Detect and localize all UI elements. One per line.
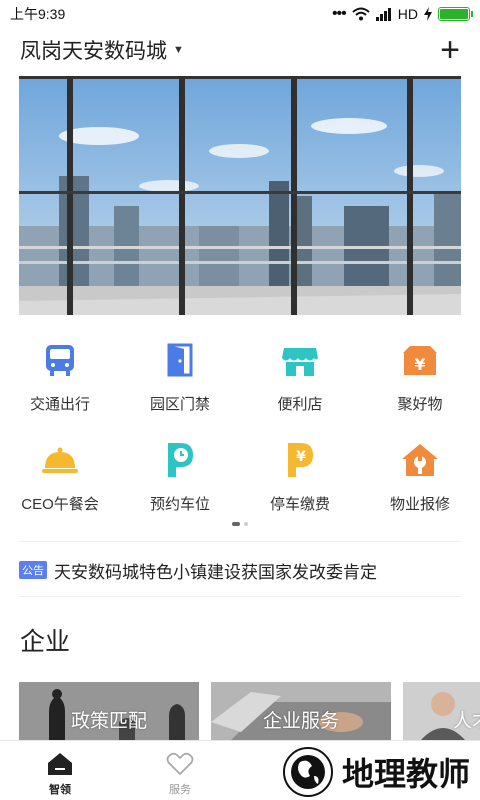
parking-yen-icon: ¥ [288, 443, 313, 477]
signal-icon [375, 7, 391, 21]
tab-home[interactable]: 智领 [0, 741, 120, 800]
card-label: 人才 [452, 711, 480, 732]
announcement-text: 天安数码城特色小镇建设获国家发改委肯定 [54, 562, 377, 582]
service-ceo-lunch[interactable]: CEO午餐会 [0, 430, 120, 530]
tab-services[interactable]: 服务 [120, 741, 240, 800]
announcement-bar[interactable]: 公告 天安数码城特色小镇建设获国家发改委肯定 [19, 556, 461, 584]
announcement-tag: 公告 [19, 561, 47, 579]
store-icon [282, 348, 318, 376]
caret-down-icon[interactable]: ▼ [173, 44, 184, 56]
header: 凤岗天安数码城 ▼ + [0, 28, 480, 72]
service-label: 园区门禁 [149, 396, 210, 413]
service-label: CEO午餐会 [21, 496, 99, 513]
service-gate[interactable]: 园区门禁 [120, 330, 240, 430]
service-label: 物业报修 [389, 496, 450, 513]
service-label: 聚好物 [397, 396, 443, 413]
plus-icon[interactable]: + [440, 33, 460, 67]
wifi-icon [352, 7, 370, 21]
service-reserve-parking[interactable]: 预约车位 [120, 430, 240, 530]
charging-icon [424, 7, 432, 21]
banner-carousel[interactable] [19, 76, 461, 315]
tab-label: 服务 [169, 784, 191, 796]
food-cloche-icon [42, 447, 78, 473]
status-icons: ••• HD [331, 5, 473, 23]
card-label: 政策匹配 [70, 711, 147, 732]
service-parking-fee[interactable]: ¥ 停车缴费 [240, 430, 360, 530]
banner-image [19, 76, 461, 315]
watermark: 地理教师 [282, 744, 480, 800]
enterprise-cards[interactable]: 政策匹配 企业服务 人才 [19, 682, 480, 740]
service-goods[interactable]: ¥ 聚好物 [360, 330, 480, 430]
page-dot-active [232, 522, 240, 526]
divider [19, 596, 461, 597]
card-label: 企业服务 [262, 711, 339, 732]
globe-logo-icon [283, 747, 333, 797]
page-indicator [232, 522, 248, 526]
card-policy-match[interactable]: 政策匹配 [19, 682, 199, 740]
battery-level [440, 9, 468, 19]
yen-box-icon: ¥ [403, 346, 437, 375]
network-type: HD [397, 6, 418, 22]
battery-icon [438, 7, 473, 21]
page-dot [244, 522, 248, 526]
door-icon [167, 343, 193, 377]
home-icon [48, 753, 72, 775]
house-wrench-icon [402, 444, 438, 476]
bus-icon [46, 345, 74, 376]
service-label: 便利店 [277, 396, 323, 413]
parking-clock-icon [168, 443, 193, 477]
divider [19, 541, 461, 542]
heart-icon [166, 752, 194, 776]
service-label: 停车缴费 [269, 496, 330, 513]
svg-text:¥: ¥ [414, 355, 425, 374]
section-title: 企业 [20, 628, 71, 656]
service-repair[interactable]: 物业报修 [360, 430, 480, 530]
status-bar: 上午9:39 ••• HD [0, 0, 480, 28]
tab-label: 智领 [49, 784, 71, 796]
status-time: 上午9:39 [10, 6, 66, 22]
service-transport[interactable]: 交通出行 [0, 330, 120, 430]
more-dots-icon: ••• [331, 5, 347, 22]
svg-text:¥: ¥ [296, 449, 306, 465]
service-label: 交通出行 [29, 396, 90, 413]
service-label: 预约车位 [149, 496, 210, 513]
park-title[interactable]: 凤岗天安数码城 [20, 35, 167, 65]
card-talent[interactable]: 人才 [403, 682, 480, 740]
service-store[interactable]: 便利店 [240, 330, 360, 430]
watermark-text: 地理教师 [342, 755, 471, 793]
card-enterprise-service[interactable]: 企业服务 [211, 682, 391, 740]
service-grid: 交通出行 园区门禁 便利店 ¥ 聚好物 CEO午餐会 预约车位 ¥ 停车缴费 物… [0, 330, 480, 530]
